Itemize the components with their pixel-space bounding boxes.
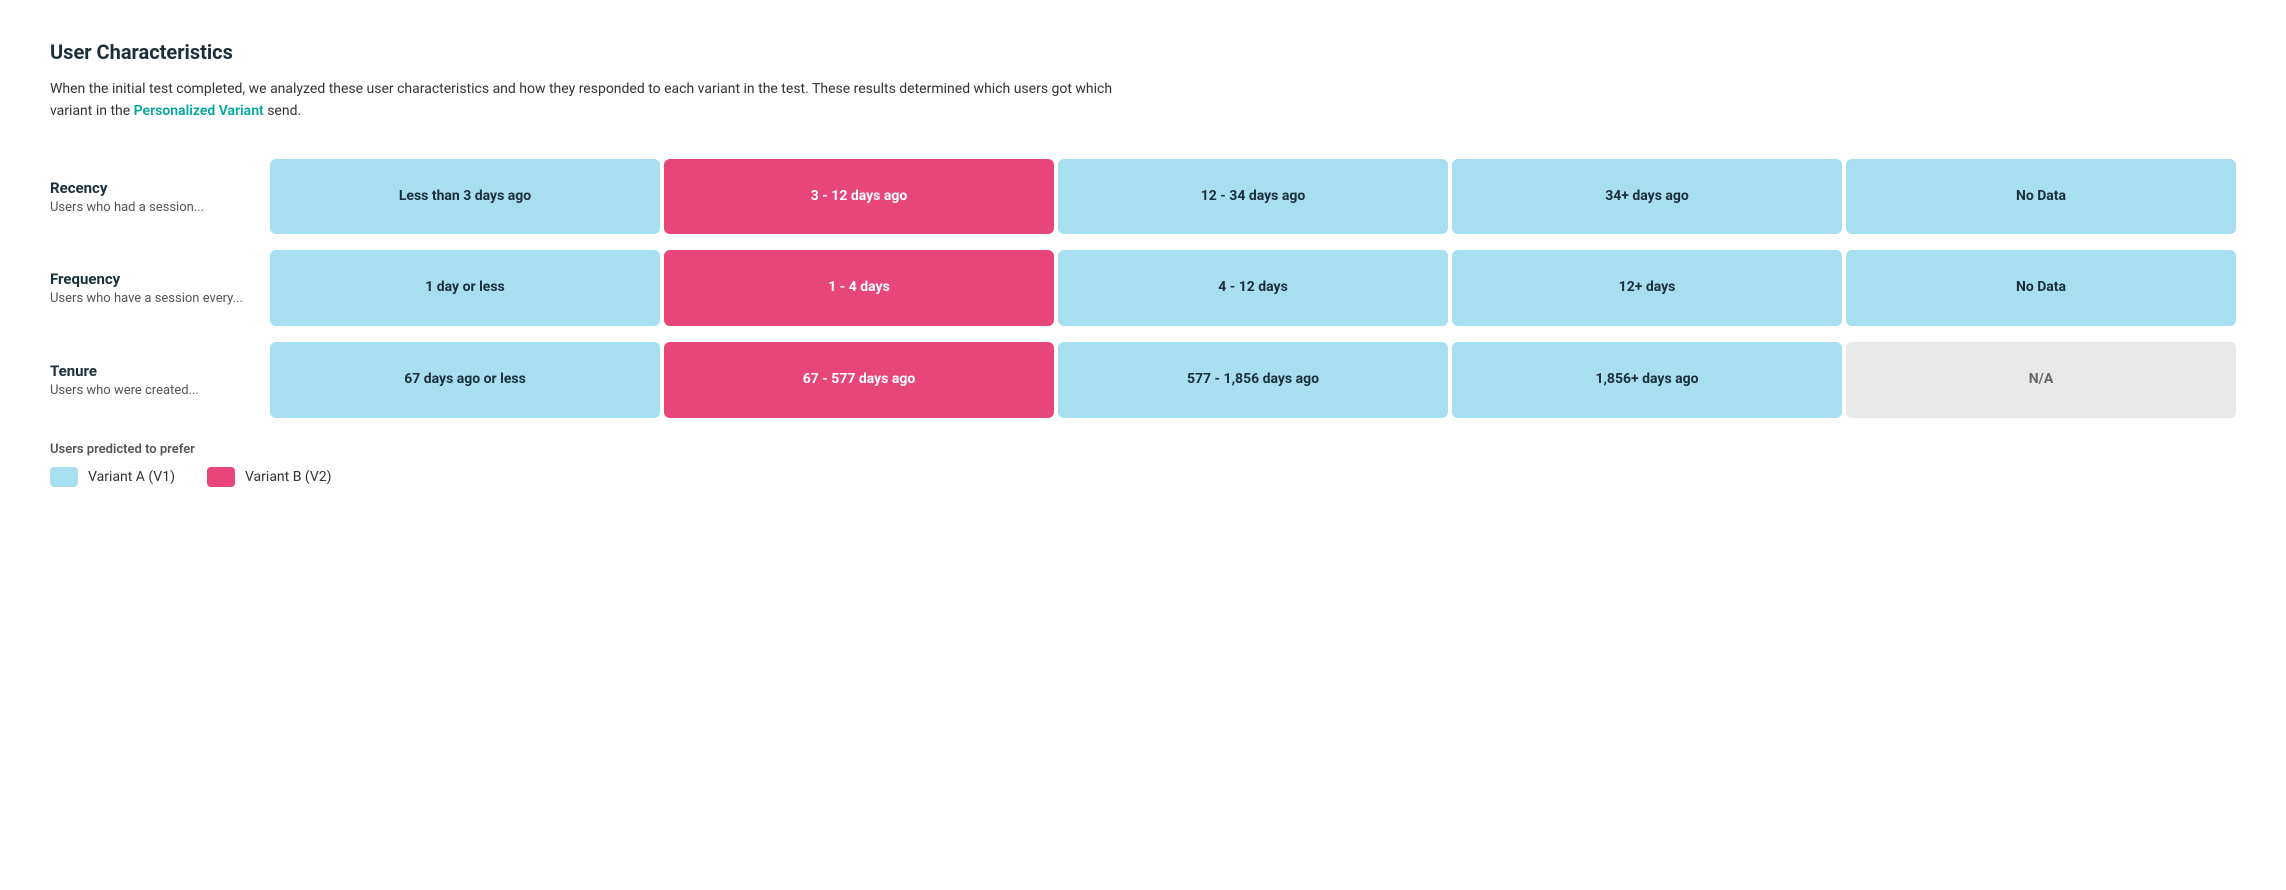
row-frequency: Frequency Users who have a session every.…: [50, 250, 2236, 326]
cell-recency-4: No Data: [1846, 159, 2236, 235]
cell-frequency-1: 1 - 4 days: [664, 250, 1054, 326]
cell-tenure-4: N/A: [1846, 342, 2236, 418]
description: When the initial test completed, we anal…: [50, 78, 1150, 123]
row-tenure: Tenure Users who were created... 67 days a…: [50, 342, 2236, 418]
label-title-frequency: Frequency: [50, 270, 246, 288]
row-recency: Recency Users who had a session... Less th…: [50, 159, 2236, 235]
legend-label-variant-b: Variant B (V2): [245, 469, 332, 485]
cell-recency-1: 3 - 12 days ago: [664, 159, 1054, 235]
cell-tenure-0: 67 days ago or less: [270, 342, 660, 418]
legend-label-variant-a: Variant A (V1): [88, 469, 175, 485]
cell-recency-2: 12 - 34 days ago: [1058, 159, 1448, 235]
cell-recency-3: 34+ days ago: [1452, 159, 1842, 235]
description-text2: send.: [264, 103, 301, 119]
label-frequency: Frequency Users who have a session every.…: [50, 250, 270, 326]
label-sub-tenure: Users who were created...: [50, 383, 246, 398]
legend-item-variant-a: Variant A (V1): [50, 467, 175, 487]
legend-swatch-variant-b: [207, 467, 235, 487]
page-title: User Characteristics: [50, 40, 2236, 64]
cells-frequency: 1 day or less1 - 4 days4 - 12 days12+ da…: [270, 250, 2236, 326]
cell-frequency-2: 4 - 12 days: [1058, 250, 1448, 326]
legend-swatch-variant-a: [50, 467, 78, 487]
label-sub-frequency: Users who have a session every...: [50, 291, 246, 306]
cells-tenure: 67 days ago or less67 - 577 days ago577 …: [270, 342, 2236, 418]
cell-tenure-2: 577 - 1,856 days ago: [1058, 342, 1448, 418]
personalized-variant-link[interactable]: Personalized Variant: [134, 103, 264, 119]
cell-frequency-4: No Data: [1846, 250, 2236, 326]
legend-section: Users predicted to prefer Variant A (V1)…: [50, 442, 2236, 487]
cell-tenure-3: 1,856+ days ago: [1452, 342, 1842, 418]
label-title-tenure: Tenure: [50, 362, 246, 380]
label-sub-recency: Users who had a session...: [50, 200, 246, 215]
label-tenure: Tenure Users who were created...: [50, 342, 270, 418]
legend-title: Users predicted to prefer: [50, 442, 2236, 457]
cell-frequency-3: 12+ days: [1452, 250, 1842, 326]
cells-recency: Less than 3 days ago3 - 12 days ago12 - …: [270, 159, 2236, 235]
cell-tenure-1: 67 - 577 days ago: [664, 342, 1054, 418]
cell-recency-0: Less than 3 days ago: [270, 159, 660, 235]
label-recency: Recency Users who had a session...: [50, 159, 270, 235]
legend-item-variant-b: Variant B (V2): [207, 467, 332, 487]
characteristics-container: Recency Users who had a session... Less th…: [50, 159, 2236, 418]
cell-frequency-0: 1 day or less: [270, 250, 660, 326]
legend-items: Variant A (V1) Variant B (V2): [50, 467, 2236, 487]
label-title-recency: Recency: [50, 179, 246, 197]
